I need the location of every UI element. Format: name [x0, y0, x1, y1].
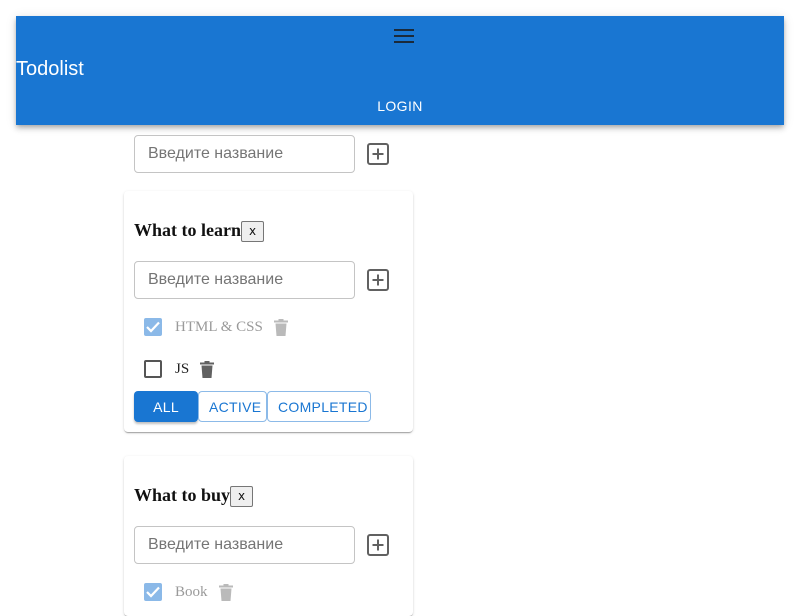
task-item: Book [144, 580, 235, 604]
new-todolist-input[interactable] [134, 135, 355, 173]
delete-todolist-button[interactable]: x [230, 486, 254, 507]
todolist-card: What to learn x HTML & CSS [124, 191, 413, 432]
task-checkbox[interactable] [144, 318, 162, 336]
todolist-title: What to learn x [134, 219, 264, 242]
hamburger-menu-icon [394, 29, 414, 43]
add-task-form [134, 526, 391, 564]
task-checkbox[interactable] [144, 583, 162, 601]
todolist-title: What to buy x [134, 484, 254, 507]
task-title[interactable]: JS [175, 361, 189, 378]
app-bar: Todolist LOGIN [16, 16, 784, 125]
login-button[interactable]: LOGIN [368, 94, 432, 118]
trash-icon [218, 583, 233, 601]
trash-icon [200, 360, 215, 378]
checkmark-icon [146, 586, 160, 598]
delete-todolist-button[interactable]: x [241, 221, 264, 242]
delete-task-button[interactable] [198, 359, 216, 379]
delete-task-button[interactable] [272, 317, 290, 337]
add-todolist-button[interactable] [365, 141, 391, 167]
add-todolist-form [134, 135, 391, 173]
delete-task-button[interactable] [217, 582, 235, 602]
filter-active-button[interactable]: ACTIVE [198, 391, 267, 422]
add-task-button[interactable] [365, 532, 391, 558]
task-title[interactable]: Book [175, 584, 208, 601]
add-box-icon [367, 269, 389, 291]
task-title[interactable]: HTML & CSS [175, 319, 263, 336]
add-task-form [134, 261, 391, 299]
checkmark-icon [146, 321, 160, 333]
trash-icon [273, 318, 288, 336]
app-title: Todolist [16, 58, 84, 80]
todolist-card: What to buy x Book [124, 456, 413, 616]
add-box-icon [367, 143, 389, 165]
new-task-input[interactable] [134, 526, 355, 564]
filter-all-button[interactable]: ALL [134, 391, 198, 422]
menu-button[interactable] [388, 20, 420, 52]
task-filters: ALL ACTIVE COMPLETED [134, 391, 371, 422]
task-item: HTML & CSS [144, 315, 290, 339]
new-task-input[interactable] [134, 261, 355, 299]
task-item: JS [144, 357, 216, 381]
todolist-title-text[interactable]: What to buy [134, 485, 230, 506]
task-checkbox[interactable] [144, 360, 162, 378]
filter-completed-button[interactable]: COMPLETED [267, 391, 371, 422]
add-task-button[interactable] [365, 267, 391, 293]
add-box-icon [367, 534, 389, 556]
todolist-title-text[interactable]: What to learn [134, 220, 241, 241]
